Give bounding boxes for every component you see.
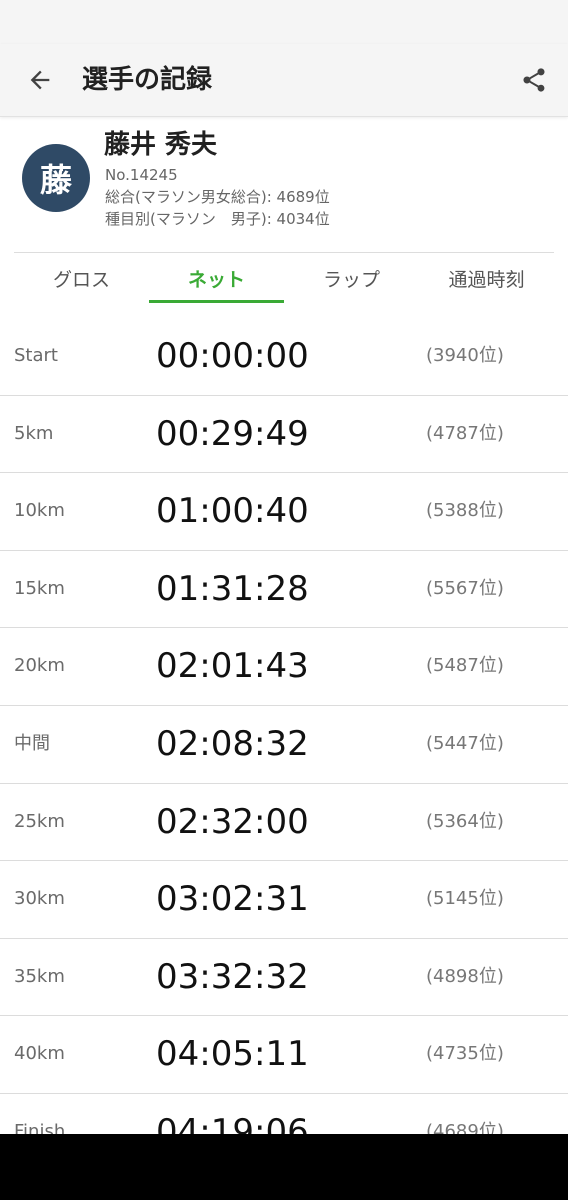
app-bar: 選手の記録 — [0, 44, 568, 117]
split-time: 02:08:32 — [156, 723, 309, 764]
split-row: 10km 01:00:40 (5388位) — [0, 473, 568, 551]
split-rank: (4735位) — [426, 1043, 504, 1065]
split-time: 01:00:40 — [156, 491, 309, 532]
bib-number: No.14245 — [105, 166, 178, 184]
split-time: 03:32:32 — [156, 956, 309, 997]
split-rank: (5364位) — [426, 810, 504, 832]
page-title: 選手の記録 — [82, 65, 213, 95]
split-rank: (5145位) — [426, 888, 504, 910]
split-time: 00:00:00 — [156, 336, 309, 376]
tab-lap[interactable]: ラップ — [284, 253, 419, 303]
split-time: 02:32:00 — [156, 801, 309, 842]
split-point: 10km — [14, 500, 65, 522]
split-row: 中間 02:08:32 (5447位) — [0, 706, 568, 784]
tab-passing-time[interactable]: 通過時刻 — [419, 253, 554, 303]
split-time: 00:29:49 — [156, 413, 309, 454]
split-row: 30km 03:02:31 (5145位) — [0, 861, 568, 939]
system-navigation-bar — [0, 1134, 568, 1200]
split-rank: (5487位) — [426, 655, 504, 677]
split-time: 03:02:31 — [156, 879, 309, 920]
split-row: 35km 03:32:32 (4898位) — [0, 939, 568, 1017]
split-point: 35km — [14, 965, 65, 987]
split-point: 15km — [14, 577, 65, 599]
tab-gross[interactable]: グロス — [14, 253, 149, 303]
split-rank: (5447位) — [426, 732, 504, 754]
avatar: 藤 — [22, 144, 90, 212]
arrow-back-icon — [30, 70, 50, 90]
overall-rank: 総合(マラソン男女総合): 4689位 — [105, 188, 330, 206]
split-rank: (5567位) — [426, 577, 504, 599]
split-rank: (4898位) — [426, 965, 504, 987]
split-point: 5km — [14, 422, 54, 444]
tab-indicator — [149, 300, 284, 303]
runner-profile: 藤 藤井 秀夫 No.14245 総合(マラソン男女総合): 4689位 種目別… — [0, 117, 568, 252]
split-time: 01:31:28 — [156, 568, 309, 609]
split-point: 中間 — [14, 732, 50, 754]
split-row: 20km 02:01:43 (5487位) — [0, 628, 568, 706]
share-button[interactable] — [512, 58, 556, 102]
split-row: 5km 00:29:49 (4787位) — [0, 396, 568, 474]
split-rank: (3940位) — [426, 345, 504, 366]
split-point: 20km — [14, 655, 65, 677]
split-row: 40km 04:05:11 (4735位) — [0, 1016, 568, 1094]
runner-name: 藤井 秀夫 — [104, 130, 218, 160]
split-point: Start — [14, 345, 58, 366]
split-time: 04:05:11 — [156, 1034, 309, 1075]
category-rank: 種目別(マラソン 男子): 4034位 — [105, 210, 330, 228]
split-point: 40km — [14, 1043, 65, 1065]
split-rank: (4787位) — [426, 422, 504, 444]
split-time: 02:01:43 — [156, 646, 309, 687]
split-row: 15km 01:31:28 (5567位) — [0, 551, 568, 629]
split-row: Start 00:00:00 (3940位) — [0, 318, 568, 396]
split-list[interactable]: Start 00:00:00 (3940位) 5km 00:29:49 (478… — [0, 318, 568, 1171]
split-point: 25km — [14, 810, 65, 832]
split-row: 25km 02:32:00 (5364位) — [0, 784, 568, 862]
share-icon — [523, 68, 545, 92]
tab-net[interactable]: ネット — [149, 253, 284, 303]
status-bar — [0, 0, 568, 44]
back-button[interactable] — [18, 58, 62, 102]
tab-bar: グロス ネット ラップ 通過時刻 — [14, 253, 554, 303]
split-point: 30km — [14, 888, 65, 910]
split-rank: (5388位) — [426, 500, 504, 522]
